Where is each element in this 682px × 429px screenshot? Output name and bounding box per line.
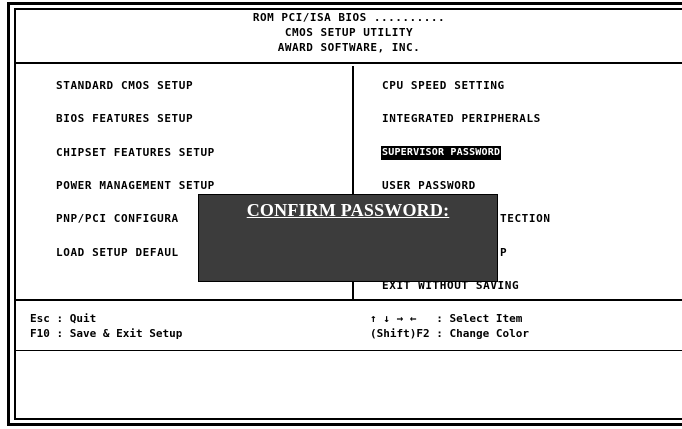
help-select-item: ↑ ↓ → ← : Select Item bbox=[370, 312, 523, 325]
menu-cpu-speed-setting[interactable]: CPU SPEED SETTING bbox=[382, 79, 505, 93]
vendor-line: AWARD SOFTWARE, INC. bbox=[277, 41, 421, 54]
help-change-color: (Shift)F2 : Change Color bbox=[370, 327, 529, 340]
help-save-exit: F10 : Save & Exit Setup bbox=[30, 327, 183, 340]
menu-chipset-features-setup[interactable]: CHIPSET FEATURES SETUP bbox=[56, 146, 215, 160]
menu-standard-cmos-setup[interactable]: STANDARD CMOS SETUP bbox=[56, 79, 193, 93]
bios-header: ROM PCI/ISA BIOS .......... CMOS SETUP U… bbox=[16, 10, 682, 62]
bios-title-line: ROM PCI/ISA BIOS .......... bbox=[252, 11, 446, 24]
header-divider bbox=[16, 62, 682, 64]
dialog-title: CONFIRM PASSWORD: bbox=[246, 200, 450, 220]
menu-power-management-setup[interactable]: POWER MANAGEMENT SETUP bbox=[56, 179, 215, 193]
confirm-password-dialog[interactable]: CONFIRM PASSWORD: bbox=[198, 194, 498, 282]
footer-divider bbox=[16, 350, 682, 351]
menu-supervisor-password[interactable]: SUPERVISOR PASSWORD bbox=[381, 146, 502, 160]
menu-bios-features-setup[interactable]: BIOS FEATURES SETUP bbox=[56, 112, 193, 126]
menu-save-exit-setup[interactable]: P bbox=[500, 246, 507, 260]
menu-integrated-peripherals[interactable]: INTEGRATED PERIPHERALS bbox=[382, 112, 541, 126]
menu-load-setup-defaults[interactable]: LOAD SETUP DEFAUL bbox=[56, 246, 179, 260]
utility-title-line: CMOS SETUP UTILITY bbox=[284, 26, 414, 39]
menu-user-password[interactable]: USER PASSWORD bbox=[382, 179, 476, 193]
menu-ide-hdd-detection[interactable]: TECTION bbox=[500, 212, 551, 226]
bios-screen: ROM PCI/ISA BIOS .......... CMOS SETUP U… bbox=[0, 0, 682, 429]
menu-pnp-pci-configuration[interactable]: PNP/PCI CONFIGURA bbox=[56, 212, 179, 226]
menu-divider bbox=[16, 299, 682, 301]
help-quit: Esc : Quit bbox=[30, 312, 97, 325]
